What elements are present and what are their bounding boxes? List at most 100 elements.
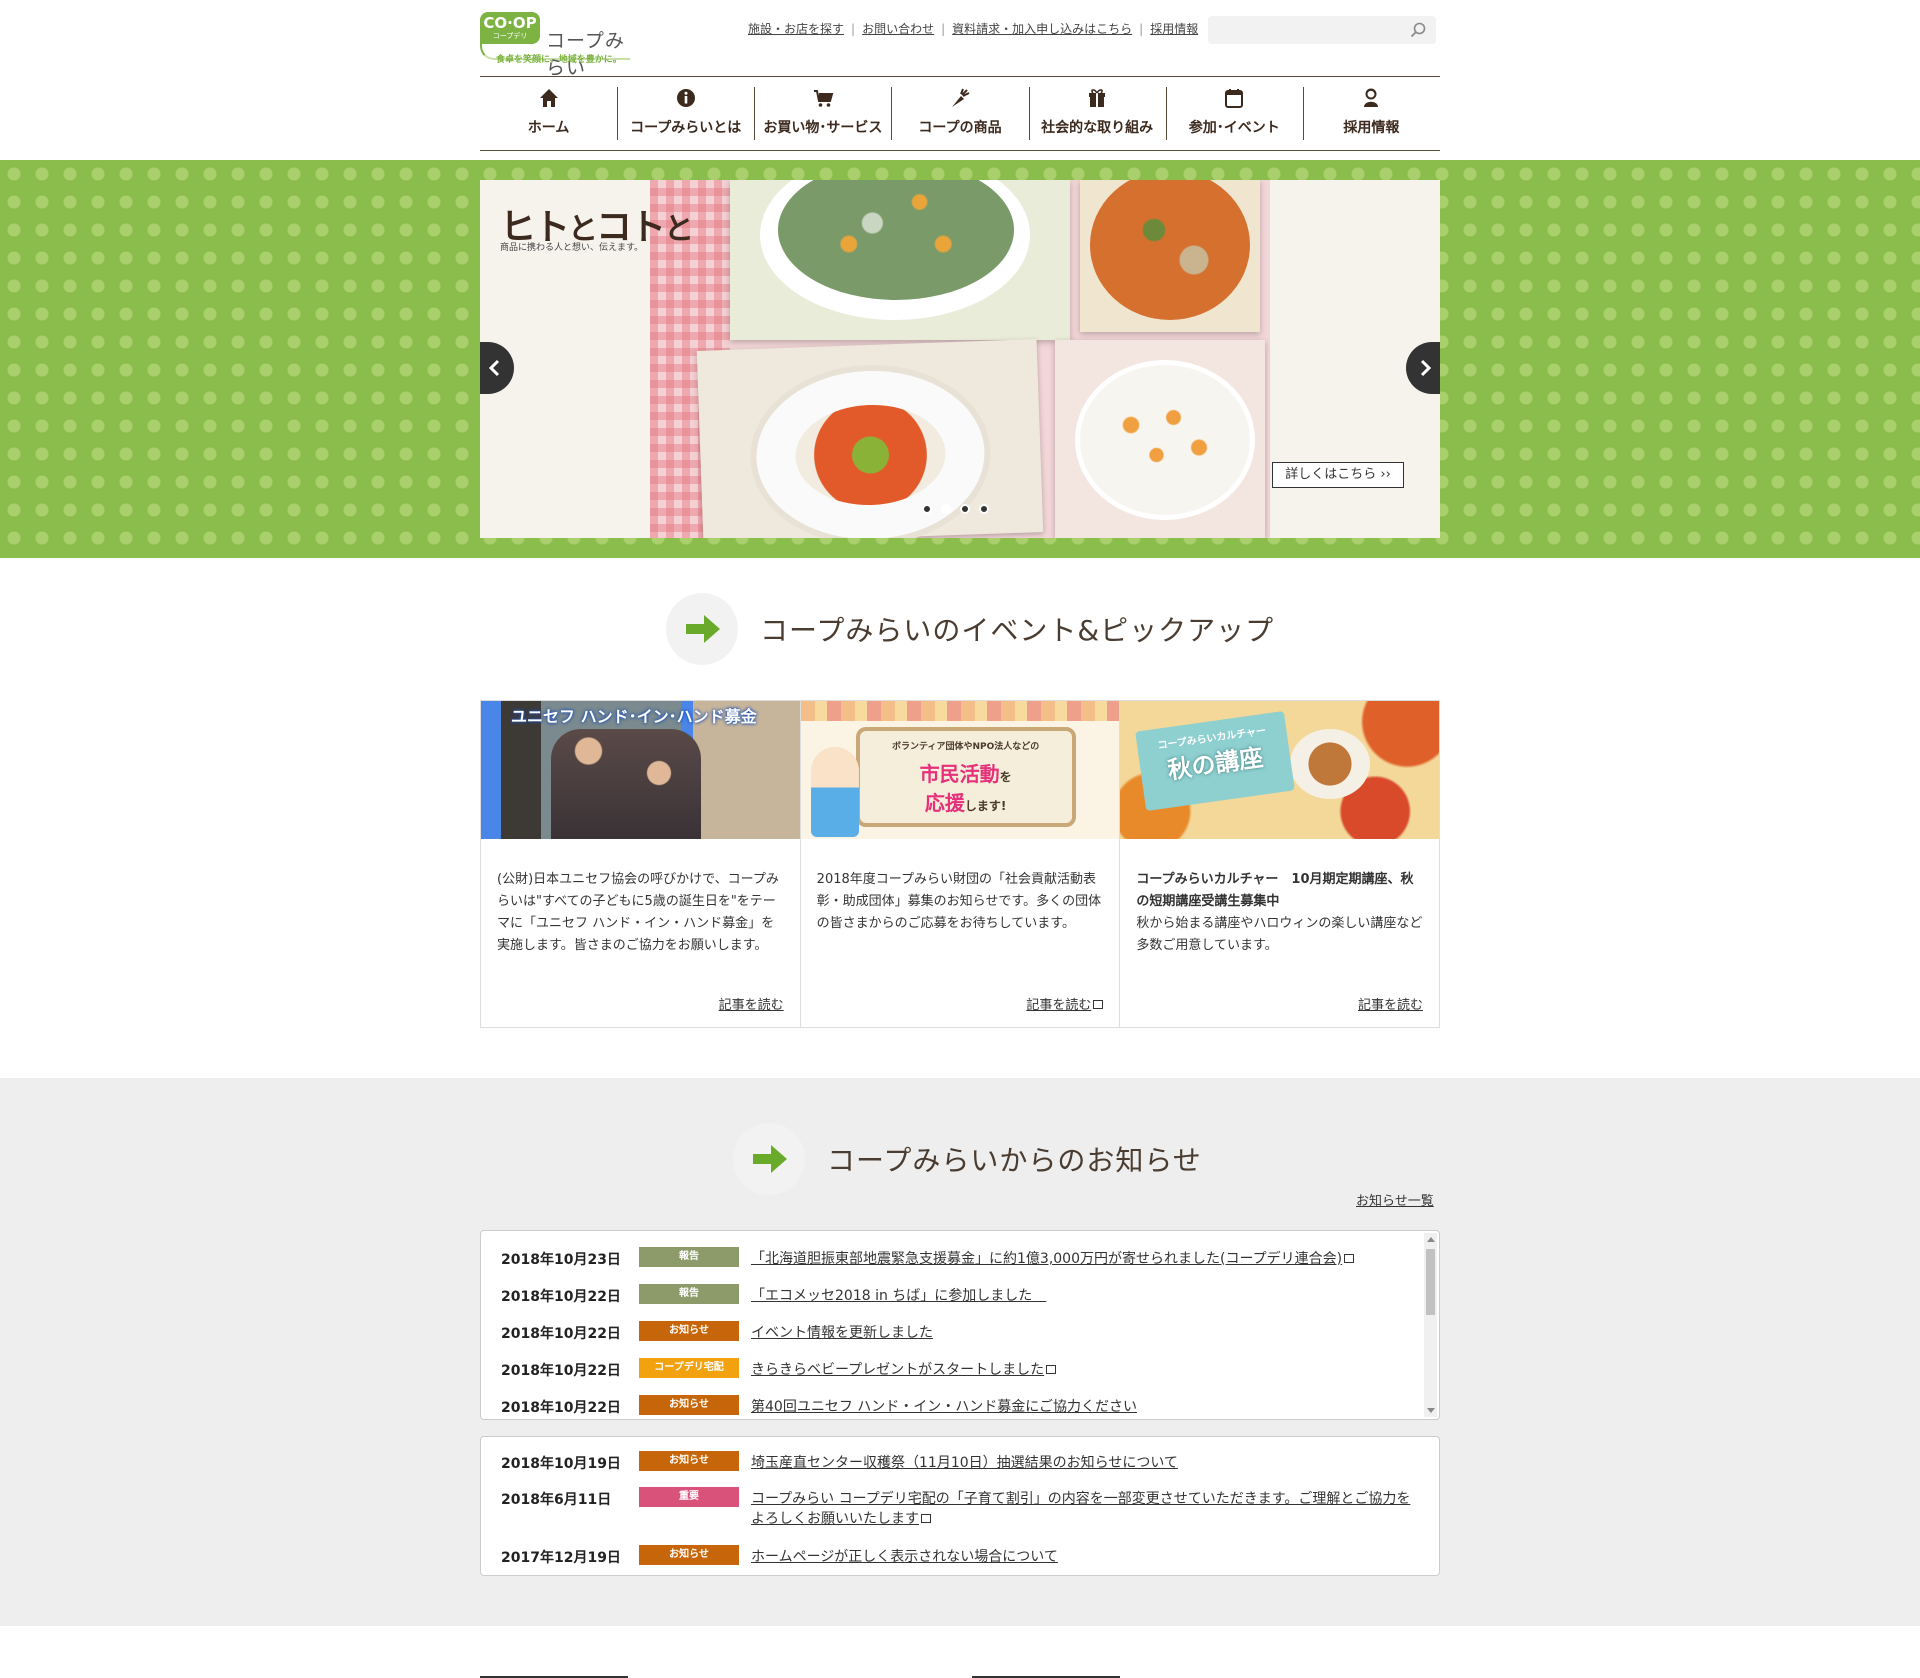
nav-products[interactable]: コープの商品: [891, 77, 1028, 150]
utility-link-facilities[interactable]: 施設・お店を探す: [748, 22, 844, 36]
stew: [1090, 180, 1250, 320]
arrow-right-icon: [753, 1145, 787, 1173]
news-title-link[interactable]: コープみらい コープデリ宅配の「子育て割引」の内容を一部変更させていただきます。…: [751, 1489, 1411, 1529]
nav-recruit-label: 採用情報: [1343, 120, 1400, 136]
card-image-caption: ユニセフ ハンド･イン･ハンド募金: [511, 707, 757, 726]
hero-banner: ヒトとコトと 商品に携わる人と想い、伝えます。 詳しくはこちら ››: [0, 160, 1920, 558]
news-all-link[interactable]: お知らせ一覧: [1356, 1190, 1434, 1209]
news-list-scrollable[interactable]: 2018年10月23日 報告 「北海道胆振東部地震緊急支援募金」に約1億3,00…: [480, 1230, 1440, 1420]
news-scrollbar[interactable]: [1424, 1233, 1437, 1417]
nav-shopping[interactable]: お買い物･サービス: [754, 77, 891, 150]
pickup-card-culture[interactable]: コープみらいカルチャー 秋の講座 コープみらいカルチャー 10月期定期講座、秋の…: [1120, 701, 1440, 1027]
news-row: 2018年10月22日 報告 「エコメッセ2018 in ちば」に参加しました: [501, 1284, 1409, 1306]
person-icon: [1364, 88, 1379, 107]
info-icon: [676, 89, 695, 107]
news-category-badge: 報告: [639, 1247, 739, 1267]
signboard-big-text-2: 応援します!: [924, 791, 1007, 815]
card-body: (公財)日本ユニセフ協会の呼びかけで、コープみらいは"すべての子どもに5歳の誕生…: [497, 872, 779, 953]
news-title-link[interactable]: 第40回ユニセフ ハンド・イン・ハンド募金にご協力ください: [751, 1397, 1431, 1417]
cart-icon: [813, 90, 834, 107]
external-link-icon: [1046, 1365, 1057, 1374]
photo-tomato-stew: [1080, 180, 1260, 332]
chevron-right-icon: [1420, 359, 1432, 377]
slider-dot-3[interactable]: [960, 504, 970, 514]
nav-events-label: 参加･イベント: [1188, 120, 1280, 136]
signboard-big-text: 市民活動を: [919, 762, 1012, 786]
card-image-mascot: [810, 747, 859, 837]
card-image-people: [551, 729, 701, 839]
external-link-icon: [1344, 1254, 1355, 1263]
news-row: 2018年10月22日 お知らせ イベント情報を更新しました: [501, 1321, 1409, 1343]
news-row: 2018年10月19日 お知らせ 埼玉産直センター収穫祭（11月10日）抽選結果…: [501, 1451, 1409, 1473]
search-box: [1208, 16, 1436, 44]
slider-dot-4[interactable]: [979, 504, 989, 514]
photo-green-porridge: [730, 180, 1070, 340]
carrot-icon: [951, 88, 970, 107]
nav-events[interactable]: 参加･イベント: [1165, 77, 1303, 150]
news-title-link[interactable]: きらきらベビープレゼントがスタートしました: [751, 1360, 1431, 1380]
news-row: 2018年10月22日 お知らせ 第40回ユニセフ ハンド・イン・ハンド募金にご…: [501, 1395, 1409, 1417]
scroll-down-arrow[interactable]: [1427, 1408, 1435, 1413]
news-date: 2018年10月22日: [501, 1326, 621, 1342]
utility-link-recruit[interactable]: 採用情報: [1150, 22, 1198, 36]
card-image-food: [1290, 729, 1371, 799]
news-category-badge: 報告: [639, 1284, 739, 1304]
pickup-card-volunteer[interactable]: ボランティア団体やNPO法人などの 市民活動を 応援します! 2018年度コープ…: [800, 701, 1121, 1027]
photo-white-porridge: [1055, 340, 1265, 538]
coop-logo[interactable]: CO·OP コープデリ コープみらい 食卓を笑顔に、地域を豊かに。: [480, 12, 640, 79]
utility-link-join[interactable]: 資料請求・加入申し込みはこちら: [952, 22, 1132, 36]
nav-shopping-label: お買い物･サービス: [763, 120, 883, 136]
nav-home[interactable]: ホーム: [480, 77, 617, 150]
scroll-thumb[interactable]: [1426, 1249, 1435, 1315]
heading-circle: [733, 1123, 805, 1195]
search-icon[interactable]: [1410, 22, 1426, 38]
hero-slide[interactable]: ヒトとコトと 商品に携わる人と想い、伝えます。 詳しくはこちら ››: [480, 180, 1440, 538]
nav-about-label: コープみらいとは: [630, 120, 742, 136]
porridge-white: [1075, 360, 1255, 520]
pickup-card-unicef[interactable]: ユニセフ ハンド･イン･ハンド募金 (公財)日本ユニセフ協会の呼びかけで、コープ…: [481, 701, 801, 1027]
news-row: 2018年10月23日 報告 「北海道胆振東部地震緊急支援募金」に約1億3,00…: [501, 1247, 1409, 1269]
read-more-link[interactable]: 記事を読む: [1026, 994, 1104, 1013]
utility-link-contact[interactable]: お問い合わせ: [862, 22, 934, 36]
hero-more-button[interactable]: 詳しくはこちら ››: [1272, 462, 1404, 488]
brand-tagline: 食卓を笑顔に、地域を豊かに。: [496, 55, 622, 65]
news-date: 2018年6月11日: [501, 1492, 612, 1508]
scroll-up-arrow[interactable]: [1427, 1237, 1435, 1242]
slider-dot-2[interactable]: [941, 504, 951, 514]
signboard-small-text: ボランティア団体やNPO法人などの: [892, 742, 1040, 752]
nav-recruit[interactable]: 採用情報: [1302, 77, 1440, 150]
nav-about[interactable]: コープみらいとは: [617, 77, 754, 150]
news-row: 2018年6月11日 重要 コープみらい コープデリ宅配の「子育て割引」の内容を…: [501, 1487, 1411, 1529]
news-date: 2018年10月22日: [501, 1289, 621, 1305]
external-link-icon: [1093, 1000, 1104, 1009]
news-title-link[interactable]: イベント情報を更新しました: [751, 1323, 1431, 1343]
news-category-badge: お知らせ: [639, 1395, 739, 1415]
news-date: 2018年10月23日: [501, 1252, 621, 1268]
read-more-link[interactable]: 記事を読む: [1358, 994, 1423, 1013]
hero-subtitle: 商品に携わる人と想い、伝えます。: [500, 243, 644, 253]
utility-links: 施設・お店を探す | お問い合わせ | 資料請求・加入申し込みはこちら | 採用情報: [748, 22, 1199, 36]
slider-dot-1[interactable]: [922, 504, 932, 514]
nav-social[interactable]: 社会的な取り組み: [1028, 77, 1166, 150]
news-title-link[interactable]: 「エコメッセ2018 in ちば」に参加しました: [751, 1286, 1431, 1306]
chevron-left-icon: [488, 359, 500, 377]
news-category-badge: 重要: [639, 1487, 739, 1507]
gift-icon: [1089, 89, 1106, 107]
card-image-leaves: [800, 701, 1120, 721]
search-input[interactable]: [1216, 20, 1396, 40]
news-category-badge: お知らせ: [639, 1451, 739, 1471]
pickup-title: コープみらいのイベント&ピックアップ: [760, 614, 1275, 647]
heading-circle: [666, 593, 738, 665]
news-date: 2018年10月22日: [501, 1363, 621, 1379]
news-title-link[interactable]: 埼玉産直センター収穫祭（11月10日）抽選結果のお知らせについて: [751, 1453, 1431, 1473]
nav-social-label: 社会的な取り組み: [1041, 120, 1154, 136]
news-category-badge: お知らせ: [639, 1321, 739, 1341]
card-body: 2018年度コープみらい財団の「社会貢献活動表彰・助成団体」募集のお知らせです。…: [816, 872, 1102, 931]
news-title-link[interactable]: 「北海道胆振東部地震緊急支援募金」に約1億3,000万円が寄せられました(コープ…: [751, 1249, 1431, 1269]
card-image-culture: コープみらいカルチャー 秋の講座: [1120, 701, 1440, 839]
slider-dots: [922, 504, 989, 514]
nav-products-label: コープの商品: [918, 120, 1002, 136]
card-image-signboard: ボランティア団体やNPO法人などの 市民活動を 応援します!: [855, 727, 1076, 827]
read-more-link[interactable]: 記事を読む: [719, 994, 784, 1013]
news-title-link[interactable]: ホームページが正しく表示されない場合について: [751, 1547, 1431, 1567]
